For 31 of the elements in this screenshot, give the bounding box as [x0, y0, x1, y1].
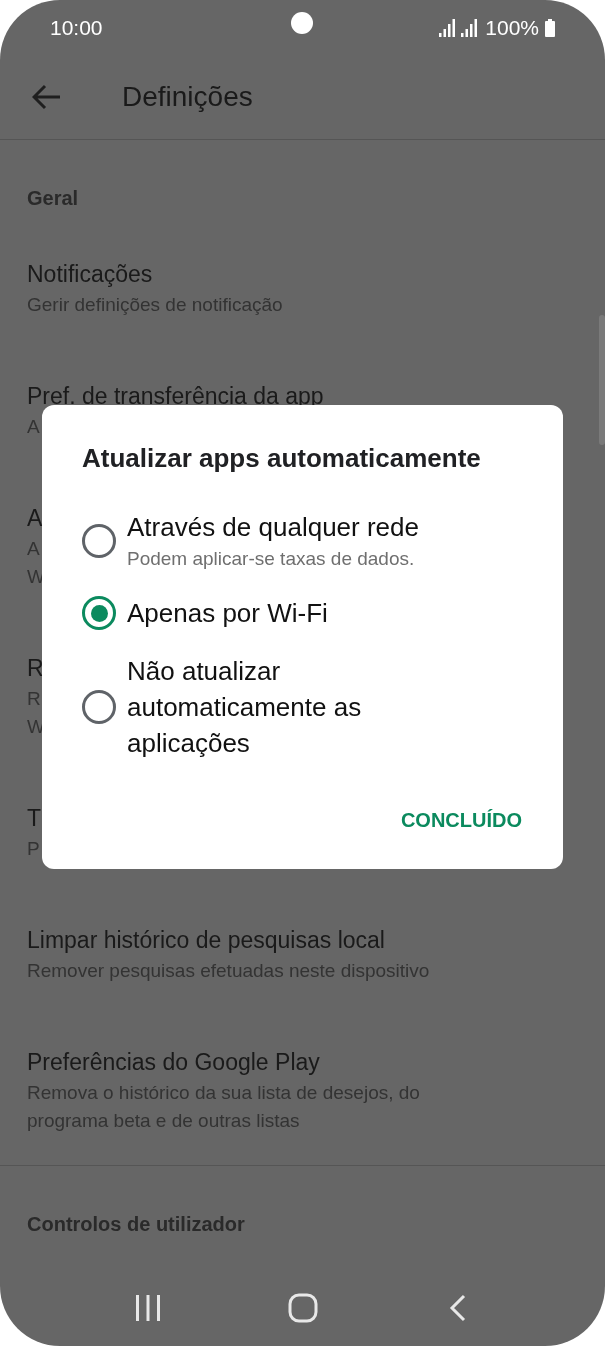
signal-icon — [439, 18, 456, 37]
dialog-title: Atualizar apps automaticamente — [82, 442, 481, 475]
item-title: A — [27, 504, 43, 533]
battery-percentage: 100% — [485, 14, 539, 41]
recent-apps-icon — [133, 1295, 162, 1321]
radio-option[interactable]: Através de qualquer rede Podem aplicar-se taxas de dados. — [82, 509, 523, 573]
item-title: Limpar histórico de pesquisas local — [27, 926, 385, 955]
item-title: Notificações — [27, 260, 153, 289]
item-title: T — [27, 804, 42, 833]
radio-button[interactable] — [82, 596, 116, 630]
option-label: Através de qualquer rede — [127, 511, 419, 544]
option-hint: Podem aplicar-se taxas de dados. — [127, 547, 416, 571]
signal-icon — [461, 18, 478, 37]
camera-hole — [291, 12, 313, 34]
home-icon — [287, 1293, 318, 1323]
radio-option[interactable]: Não atualizar automaticamente as aplicações — [82, 653, 523, 761]
screen-title: Definições — [122, 80, 253, 114]
section-header: Geral — [27, 187, 79, 209]
radio-option[interactable]: Apenas por Wi-Fi — [82, 595, 523, 631]
clock-time: 10:00 — [50, 14, 103, 41]
chevron-left-icon — [448, 1294, 467, 1322]
item-title: Preferências do Google Play — [27, 1048, 320, 1077]
item-title: R — [27, 654, 44, 683]
section-header: Controlos de utilizador — [27, 1213, 245, 1235]
done-button[interactable]: CONCLUÍDO — [399, 805, 523, 835]
option-label: Não atualizar automaticamente as aplicações — [127, 655, 363, 760]
battery-icon — [545, 18, 555, 37]
option-label: Apenas por Wi-Fi — [127, 597, 328, 630]
radio-button[interactable] — [82, 690, 116, 724]
radio-button[interactable] — [82, 524, 116, 558]
back-arrow-icon — [32, 84, 62, 110]
